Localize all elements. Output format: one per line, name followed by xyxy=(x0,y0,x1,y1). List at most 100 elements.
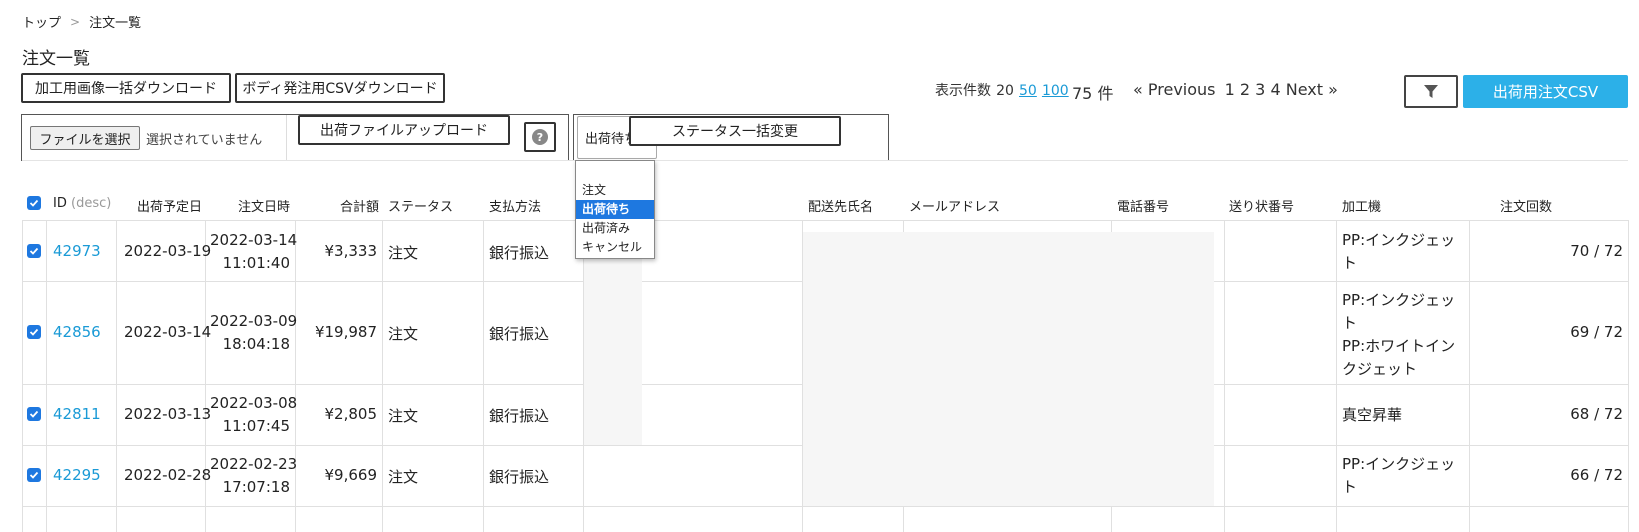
filter-button[interactable] xyxy=(1404,75,1458,108)
header-email[interactable]: メールアドレス xyxy=(909,196,1000,215)
machine: 真空昇華 xyxy=(1342,406,1403,424)
status-option[interactable]: キャンセル xyxy=(576,238,654,257)
order-id-link[interactable]: 42856 xyxy=(53,323,101,341)
col-divider xyxy=(1336,220,1337,532)
breadcrumb-home[interactable]: トップ xyxy=(22,12,61,31)
total: ¥9,669 xyxy=(324,466,378,484)
display-count-label: 表示件数 xyxy=(935,83,991,99)
order-id-link[interactable]: 42811 xyxy=(53,405,101,423)
header-machine[interactable]: 加工機 xyxy=(1342,196,1381,215)
col-divider xyxy=(483,220,484,532)
order-datetime: 2022-03-09 18:04:18 xyxy=(210,312,298,353)
col-divider xyxy=(22,220,23,532)
row-checkbox[interactable] xyxy=(27,407,41,421)
shipping-csv-button[interactable]: 出荷用注文CSV xyxy=(1463,75,1628,108)
row-divider xyxy=(22,506,1628,507)
header-phone[interactable]: 電話番号 xyxy=(1117,196,1169,215)
order-count: 66 / 72 xyxy=(1570,466,1623,484)
ship-date: 2022-03-13 xyxy=(124,405,212,423)
order-id-link[interactable]: 42295 xyxy=(53,466,101,484)
download-images-button[interactable]: 加工用画像一括ダウンロード xyxy=(21,73,231,103)
order-datetime: 2022-02-23 17:07:18 xyxy=(210,455,298,496)
pager-page-4[interactable]: 4 xyxy=(1270,80,1280,99)
col-divider xyxy=(46,220,47,532)
col-divider xyxy=(1628,220,1629,532)
row-divider xyxy=(22,220,1628,221)
status-option[interactable]: 出荷済み xyxy=(576,219,654,238)
page-title: 注文一覧 xyxy=(22,49,90,69)
breadcrumb-current: 注文一覧 xyxy=(89,16,142,31)
col-divider xyxy=(382,220,383,532)
header-order-datetime[interactable]: 注文日時 xyxy=(238,196,290,215)
col-divider xyxy=(116,220,117,532)
pagination: « Previous 1 2 3 4 Next » xyxy=(1133,80,1338,99)
row-checkbox[interactable] xyxy=(27,468,41,482)
status: 注文 xyxy=(388,407,419,425)
payment: 銀行振込 xyxy=(489,407,550,425)
pager-page-2[interactable]: 2 xyxy=(1240,80,1250,99)
display-count-100-link[interactable]: 100 xyxy=(1042,83,1069,99)
col-divider xyxy=(1224,220,1225,532)
ship-date: 2022-03-14 xyxy=(124,323,212,341)
status-change-panel: 出荷待ち ステータス一括変更 xyxy=(573,114,889,161)
header-payment[interactable]: 支払方法 xyxy=(489,196,541,215)
status: 注文 xyxy=(388,244,419,262)
ship-date: 2022-02-28 xyxy=(124,466,212,484)
select-all-checkbox[interactable] xyxy=(27,196,41,210)
order-count: 68 / 72 xyxy=(1570,405,1623,423)
filter-icon xyxy=(1424,84,1438,98)
upload-panel: ファイルを選択 選択されていません 出荷ファイルアップロード ? xyxy=(21,114,569,161)
header-recipient[interactable]: 配送先氏名 xyxy=(808,196,873,215)
upload-shipping-file-button[interactable]: 出荷ファイルアップロード xyxy=(298,115,510,145)
order-datetime: 2022-03-08 11:07:45 xyxy=(210,394,298,435)
status-dropdown-list[interactable]: 注文 出荷待ち 出荷済み キャンセル xyxy=(575,160,655,259)
order-count: 70 / 72 xyxy=(1570,242,1623,260)
pager-page-1[interactable]: 1 xyxy=(1225,80,1235,99)
breadcrumb: トップ > 注文一覧 xyxy=(22,12,142,32)
total: ¥19,987 xyxy=(314,323,377,341)
order-count: 69 / 72 xyxy=(1570,323,1623,341)
order-id-link[interactable]: 42973 xyxy=(53,242,101,260)
row-checkbox[interactable] xyxy=(27,325,41,339)
file-select-button[interactable]: ファイルを選択 xyxy=(30,126,140,150)
help-icon: ? xyxy=(532,129,548,145)
divider-line xyxy=(22,160,1628,161)
total: ¥3,333 xyxy=(324,242,378,260)
payment: 銀行振込 xyxy=(489,244,550,262)
help-button[interactable]: ? xyxy=(524,122,556,152)
col-divider xyxy=(1469,220,1470,532)
total-count: 75 件 xyxy=(1072,84,1114,103)
file-status: 選択されていません xyxy=(146,133,263,148)
divider xyxy=(286,115,287,160)
machine: PP:インクジェット PP:ホワイトイン クジェット xyxy=(1342,291,1456,378)
pager-previous[interactable]: « Previous xyxy=(1133,80,1216,99)
pager-next[interactable]: Next » xyxy=(1286,80,1338,99)
header-status[interactable]: ステータス xyxy=(388,196,453,215)
header-id[interactable]: ID (desc) xyxy=(53,196,111,211)
download-body-csv-button[interactable]: ボディ発注用CSVダウンロード xyxy=(235,73,445,103)
order-datetime: 2022-03-14 11:01:40 xyxy=(210,231,298,272)
breadcrumb-separator: > xyxy=(70,14,81,29)
status: 注文 xyxy=(388,325,419,343)
status-option-selected[interactable]: 出荷待ち xyxy=(576,200,654,219)
bulk-status-change-button[interactable]: ステータス一括変更 xyxy=(629,116,841,146)
header-order-count[interactable]: 注文回数 xyxy=(1500,196,1552,215)
header-total[interactable]: 合計額 xyxy=(340,196,379,215)
ship-date: 2022-03-19 xyxy=(124,242,212,260)
machine: PP:インクジェット xyxy=(1342,455,1456,496)
total: ¥2,805 xyxy=(324,405,378,423)
row-checkbox[interactable] xyxy=(27,244,41,258)
pager-page-3[interactable]: 3 xyxy=(1255,80,1265,99)
status: 注文 xyxy=(388,468,419,486)
status-option[interactable]: 注文 xyxy=(576,181,654,200)
header-tracking[interactable]: 送り状番号 xyxy=(1229,196,1294,215)
col-divider xyxy=(205,220,206,532)
col-divider xyxy=(295,220,296,532)
display-count-50-link[interactable]: 50 xyxy=(1019,83,1037,99)
header-ship-date[interactable]: 出荷予定日 xyxy=(137,196,202,215)
machine: PP:インクジェット xyxy=(1342,231,1456,272)
payment: 銀行振込 xyxy=(489,325,550,343)
payment: 銀行振込 xyxy=(489,468,550,486)
display-count: 表示件数 20 50 100 xyxy=(935,80,1069,100)
redacted-area xyxy=(803,232,1214,506)
